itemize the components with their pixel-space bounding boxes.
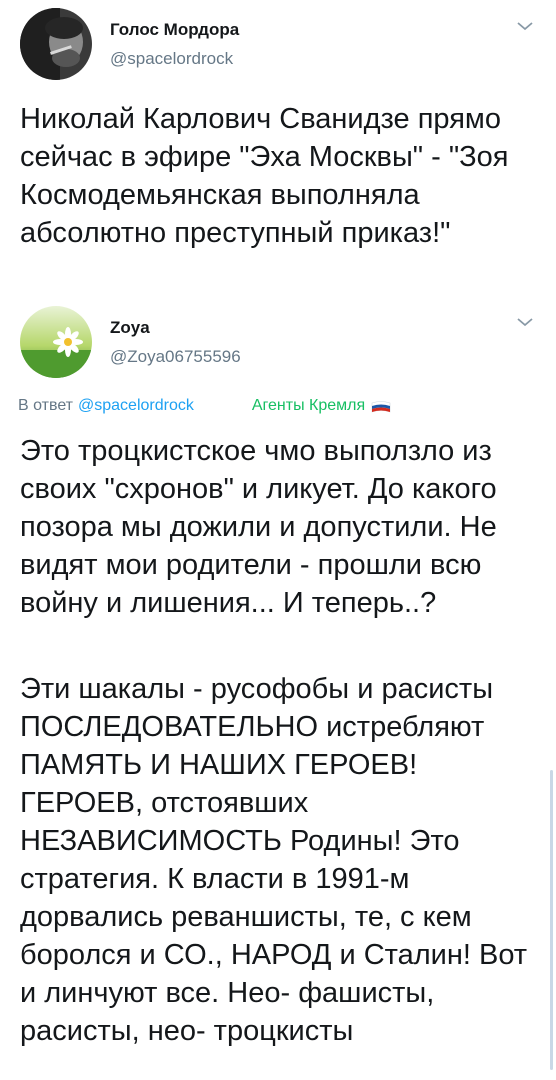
avatar-image	[20, 306, 92, 378]
tweet2-paragraph-2: Эти шакалы - русофобы и расисты ПОСЛЕДОВ…	[20, 673, 528, 1047]
screenshot: Голос Мордора @spacelordrock Николай Кар…	[0, 0, 556, 1080]
author-name[interactable]: Zoya	[110, 318, 241, 338]
avatar[interactable]	[20, 8, 92, 80]
reply-to-link[interactable]: @spacelordrock	[78, 397, 194, 415]
avatar[interactable]	[20, 306, 92, 378]
chevron-down-icon[interactable]	[516, 316, 534, 328]
scrollbar[interactable]	[550, 770, 553, 1070]
tweet1-header: Голос Мордора @spacelordrock	[20, 8, 239, 80]
user-tag: Агенты Кремля	[251, 397, 366, 414]
tweet2-paragraph-1: Это троцкистское чмо выползло из своих "…	[20, 435, 497, 619]
tweet1-text: Николай Карлович Сванидзе прямо сейчас в…	[20, 103, 509, 249]
avatar-image	[20, 8, 92, 80]
tweet2-header: Zoya @Zoya06755596	[20, 306, 241, 378]
chevron-down-icon[interactable]	[516, 20, 534, 32]
reply-prefix: В ответ	[18, 397, 74, 414]
author-handle[interactable]: @Zoya06755596	[110, 347, 241, 367]
reply-context: В ответ @spacelordrock Агенты Кремля	[18, 397, 498, 415]
russia-flag-icon	[371, 400, 391, 412]
author-name[interactable]: Голос Мордора	[110, 20, 239, 40]
author-handle[interactable]: @spacelordrock	[110, 49, 239, 69]
